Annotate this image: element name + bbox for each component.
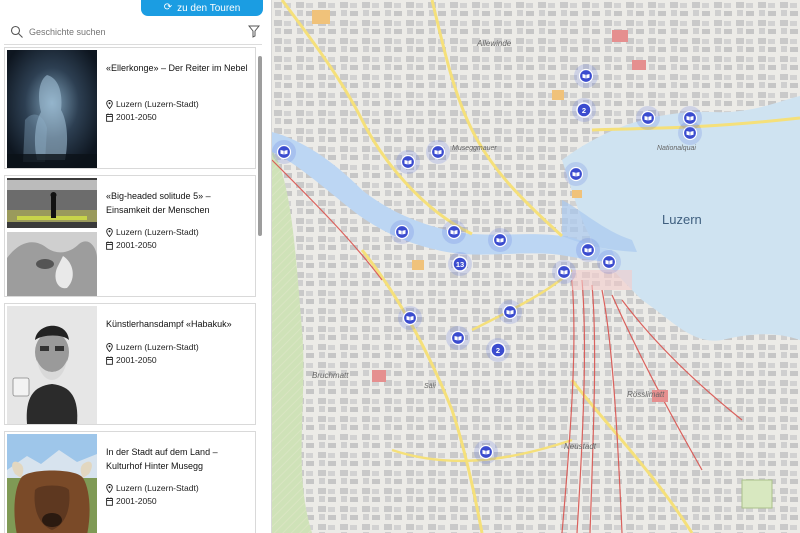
story-marker-book-icon[interactable] <box>478 444 494 460</box>
story-thumbnail <box>7 50 97 168</box>
search-icon <box>10 25 23 38</box>
story-title: «Ellerkonge» – Der Reiter im Nebel <box>106 63 248 73</box>
story-card[interactable]: «Big-headed solitude 5» – Einsamkeit der… <box>4 175 256 297</box>
story-marker-book-icon[interactable] <box>276 144 292 160</box>
location-pin-icon <box>106 227 113 237</box>
story-location: Luzern (Luzern-Stadt) <box>106 342 199 352</box>
story-marker-book-icon[interactable] <box>430 144 446 160</box>
location-pin-icon <box>106 99 113 109</box>
place-label: Säli <box>424 383 436 390</box>
story-period: 2001-2050 <box>106 112 157 122</box>
story-period-text: 2001-2050 <box>116 240 157 250</box>
story-location: Luzern (Luzern-Stadt) <box>106 99 199 109</box>
filter-icon[interactable] <box>248 25 260 38</box>
calendar-icon <box>106 113 113 122</box>
story-marker-book-icon[interactable] <box>446 224 462 240</box>
calendar-icon <box>106 497 113 506</box>
story-period-text: 2001-2050 <box>116 355 157 365</box>
story-marker-book-icon[interactable] <box>556 264 572 280</box>
story-marker-book-icon[interactable] <box>492 232 508 248</box>
story-marker-book-icon[interactable] <box>394 224 410 240</box>
story-card[interactable]: Künstlerhansdampf «Habakuk» Luzern (Luze… <box>4 303 256 425</box>
place-label: Neustadt <box>564 442 597 451</box>
place-label: Allewinde <box>476 39 512 48</box>
list-scrollbar[interactable] <box>258 56 262 236</box>
sidebar: ⟳ zu den Touren Geschichte suchen «Eller… <box>0 0 272 533</box>
place-label: Nationalquai <box>657 145 696 152</box>
search-bar <box>4 21 262 43</box>
place-label: Rösslimatt <box>627 390 665 399</box>
location-pin-icon <box>106 483 113 493</box>
story-period-text: 2001-2050 <box>116 496 157 506</box>
story-marker-book-icon[interactable] <box>568 166 584 182</box>
calendar-icon <box>106 241 113 250</box>
story-card[interactable]: «Ellerkonge» – Der Reiter im Nebel Luzer… <box>4 47 256 169</box>
story-marker-book-icon[interactable] <box>402 310 418 326</box>
story-marker-book-icon[interactable] <box>601 254 617 270</box>
story-period: 2001-2050 <box>106 355 157 365</box>
story-marker-book-icon[interactable] <box>682 110 698 126</box>
map-view[interactable]: Luzern Allewinde Museggmauer Nationalqua… <box>272 0 800 533</box>
story-title: Künstlerhansdampf «Habakuk» <box>106 319 232 329</box>
tours-button[interactable]: ⟳ zu den Touren <box>141 0 263 16</box>
story-location: Luzern (Luzern-Stadt) <box>106 483 199 493</box>
cluster-marker[interactable]: 2 <box>490 342 506 358</box>
city-label: Luzern <box>662 212 702 227</box>
search-divider <box>4 44 262 45</box>
search-input[interactable] <box>29 27 229 37</box>
story-thumbnail <box>7 434 97 533</box>
story-marker-book-icon[interactable] <box>580 242 596 258</box>
story-title: «Big-headed solitude 5» – Einsamkeit der… <box>106 191 211 215</box>
story-title: In der Stadt auf dem Land – Kulturhof Hi… <box>106 447 218 471</box>
cluster-marker[interactable]: 13 <box>452 256 468 272</box>
tours-button-label: zu den Touren <box>177 2 241 14</box>
place-label: Museggmauer <box>452 145 497 152</box>
story-marker-book-icon[interactable] <box>450 330 466 346</box>
story-location-text: Luzern (Luzern-Stadt) <box>116 342 199 352</box>
place-label: Bruchmatt <box>312 371 349 380</box>
story-card[interactable]: In der Stadt auf dem Land – Kulturhof Hi… <box>4 431 256 533</box>
story-period: 2001-2050 <box>106 240 157 250</box>
story-location-text: Luzern (Luzern-Stadt) <box>116 227 199 237</box>
story-thumbnail <box>7 178 97 296</box>
story-period: 2001-2050 <box>106 496 157 506</box>
story-location-text: Luzern (Luzern-Stadt) <box>116 99 199 109</box>
story-thumbnail <box>7 306 97 424</box>
story-marker-book-icon[interactable] <box>502 304 518 320</box>
story-marker-book-icon[interactable] <box>578 68 594 84</box>
story-period-text: 2001-2050 <box>116 112 157 122</box>
story-location: Luzern (Luzern-Stadt) <box>106 227 199 237</box>
cluster-count: 2 <box>582 106 586 115</box>
story-marker-book-icon[interactable] <box>400 154 416 170</box>
refresh-icon: ⟳ <box>163 2 173 13</box>
story-marker-book-icon[interactable] <box>640 110 656 126</box>
map-canvas[interactable]: Luzern Allewinde Museggmauer Nationalqua… <box>272 0 800 533</box>
location-pin-icon <box>106 342 113 352</box>
cluster-count: 13 <box>456 260 464 269</box>
story-location-text: Luzern (Luzern-Stadt) <box>116 483 199 493</box>
cluster-marker[interactable]: 2 <box>576 102 592 118</box>
calendar-icon <box>106 356 113 365</box>
story-list: «Ellerkonge» – Der Reiter im Nebel Luzer… <box>4 47 256 533</box>
app: ⟳ zu den Touren Geschichte suchen «Eller… <box>0 0 800 533</box>
cluster-count: 2 <box>496 346 500 355</box>
